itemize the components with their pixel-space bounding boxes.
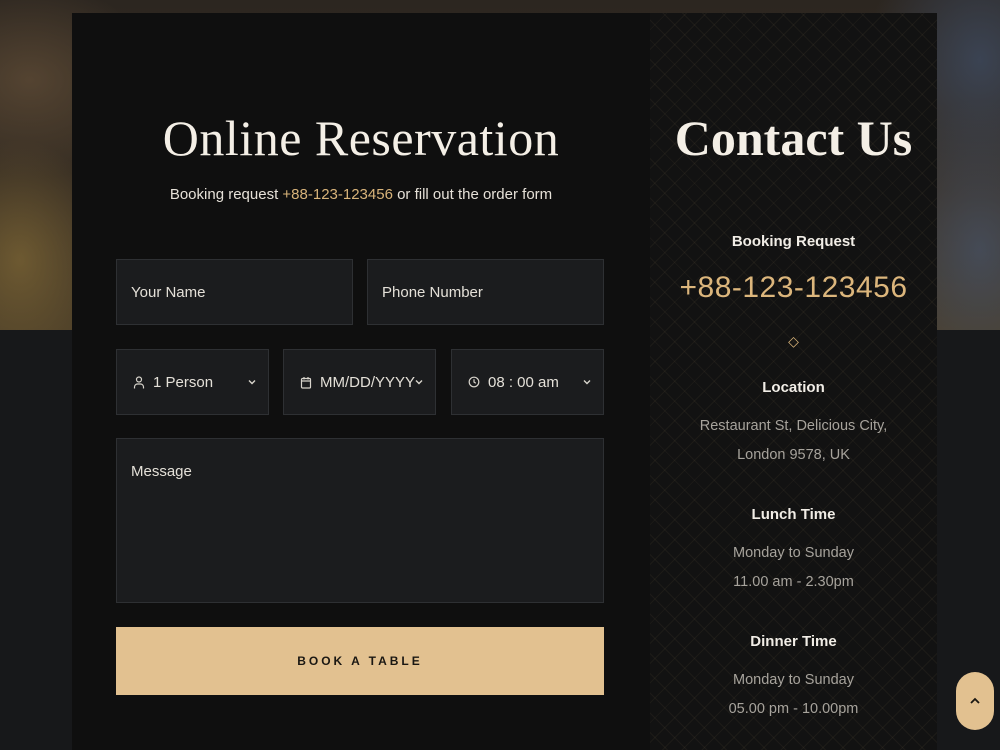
person-icon <box>131 374 147 390</box>
booking-request-heading: Booking Request <box>731 233 856 250</box>
date-select[interactable]: MM/DD/YYYY <box>283 349 436 415</box>
chevron-down-icon <box>246 375 258 387</box>
subtitle-suffix: or fill out the order form <box>392 186 553 203</box>
lunch-days: Monday to Sunday <box>733 545 854 561</box>
contact-title: Contact Us <box>674 110 913 166</box>
message-placeholder: Message <box>131 463 192 480</box>
persons-select[interactable]: 1 Person <box>116 349 269 415</box>
diamond-separator-icon: ◇ <box>788 333 799 349</box>
book-table-button[interactable]: BOOK A TABLE <box>116 627 604 695</box>
contact-section: Contact Us Booking Request +88-123-12345… <box>650 13 937 750</box>
location-line-1: Restaurant St, Delicious City, <box>699 418 888 434</box>
persons-value: 1 Person <box>153 373 214 391</box>
scroll-to-top-button[interactable] <box>956 672 994 730</box>
location-heading: Location <box>762 379 825 396</box>
time-select[interactable]: 08 : 00 am <box>451 349 604 415</box>
time-value: 08 : 00 am <box>488 373 559 391</box>
location-line-2: London 9578, UK <box>737 447 850 463</box>
chevron-down-icon <box>413 375 425 387</box>
clock-icon <box>466 374 482 390</box>
dinner-hours: 05.00 pm - 10.00pm <box>728 701 859 717</box>
booking-phone[interactable]: +88-123-123456 <box>650 271 937 305</box>
date-value: MM/DD/YYYY <box>320 373 416 391</box>
name-field-placeholder: Your Name <box>131 283 206 301</box>
chevron-down-icon <box>581 375 593 387</box>
reservation-form-section: Online Reservation Booking request +88-1… <box>72 13 650 750</box>
phone-field[interactable]: Phone Number <box>367 259 604 325</box>
reservation-card: Online Reservation Booking request +88-1… <box>72 13 937 750</box>
message-textarea[interactable]: Message <box>116 438 604 603</box>
reservation-title: Online Reservation <box>162 110 560 166</box>
chevron-up-icon <box>970 697 980 704</box>
subtitle-prefix: Booking request <box>169 186 283 203</box>
reservation-subtitle: Booking request +88-123-123456 or fill o… <box>72 186 650 203</box>
dinner-time-heading: Dinner Time <box>750 633 837 650</box>
lunch-hours: 11.00 am - 2.30pm <box>733 574 854 590</box>
dinner-days: Monday to Sunday <box>733 672 854 688</box>
lunch-time-heading: Lunch Time <box>751 506 836 523</box>
calendar-icon <box>298 374 314 390</box>
name-field[interactable]: Your Name <box>116 259 353 325</box>
phone-field-placeholder: Phone Number <box>382 283 483 301</box>
subtitle-phone-link[interactable]: +88-123-123456 <box>282 186 393 203</box>
